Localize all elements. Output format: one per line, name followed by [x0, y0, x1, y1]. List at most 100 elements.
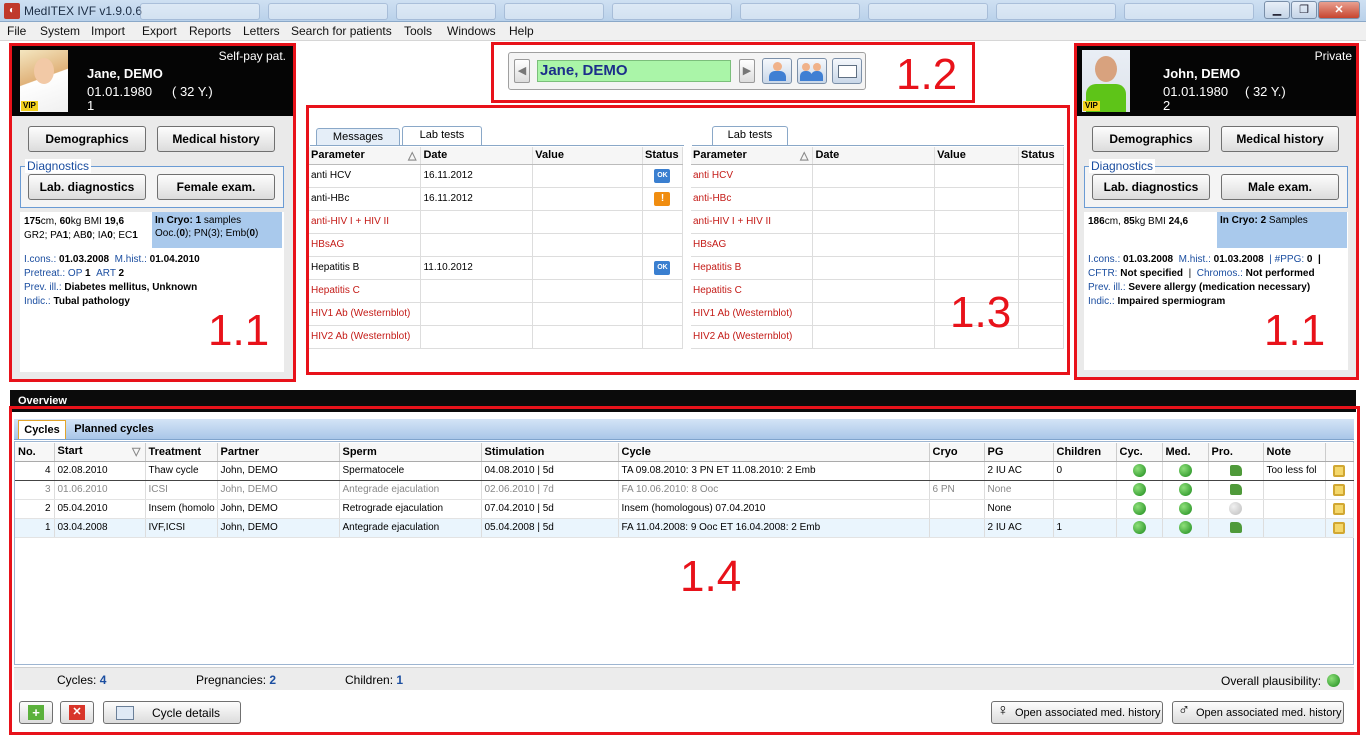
menu-letters[interactable]: Letters [243, 24, 280, 38]
cycles-col-header[interactable]: No. [15, 443, 55, 462]
cycles-col-header[interactable]: Treatment [145, 443, 218, 462]
col-parameter[interactable]: Parameter △ [691, 147, 814, 165]
female-demographics-button[interactable]: Demographics [28, 126, 146, 152]
current-patient-name[interactable]: Jane, DEMO [537, 60, 731, 82]
add-cycle-button[interactable]: + [19, 701, 53, 724]
cycles-col-header[interactable]: PG [984, 443, 1054, 462]
male-lab-diagnostics-button[interactable]: Lab. diagnostics [1092, 174, 1210, 200]
cycles-col-header[interactable] [1325, 443, 1354, 462]
male-exam-button[interactable]: Male exam. [1221, 174, 1339, 200]
lab-row[interactable]: HBsAG [309, 233, 684, 257]
col-status[interactable]: Status [642, 147, 684, 165]
minimize-button[interactable]: ▁ [1264, 1, 1290, 19]
cycle-lock-cell[interactable] [1325, 460, 1354, 481]
cycles-col-header[interactable]: Stimulation [481, 443, 619, 462]
cycle-row[interactable]: 1 03.04.2008 IVF,ICSI John, DEMO Antegrade e… [15, 518, 1354, 538]
cycle-children-cell: 0 [1053, 460, 1117, 481]
lock-icon[interactable] [1333, 502, 1345, 515]
cycles-col-header[interactable]: Note [1263, 443, 1326, 462]
single-patient-icon[interactable] [762, 58, 792, 84]
cycle-lock-cell[interactable] [1325, 480, 1354, 500]
female-medical-history-button[interactable]: Medical history [157, 126, 275, 152]
menu-tools[interactable]: Tools [404, 24, 432, 38]
col-date[interactable]: Date [812, 147, 936, 165]
cycles-col-header[interactable]: Med. [1162, 443, 1209, 462]
female-lab-diagnostics-button[interactable]: Lab. diagnostics [28, 174, 146, 200]
cycles-col-header[interactable]: Cryo [929, 443, 985, 462]
lab-row[interactable]: HIV1 Ab (Westernblot) [309, 302, 684, 326]
lab-empty-cell [1018, 164, 1064, 188]
lab-row[interactable]: anti-HIV I + HIV II [691, 210, 1064, 234]
cycle-row[interactable]: 3 01.06.2010 ICSI John, DEMO Antegrade ejacu… [15, 480, 1354, 500]
cycles-col-label: Stimulation [484, 445, 545, 458]
delete-cycle-button[interactable]: ✕ [60, 701, 94, 724]
menu-file[interactable]: File [7, 24, 26, 38]
cycles-col-header[interactable]: Start ▽ [54, 443, 146, 462]
col-value[interactable]: Value [934, 147, 1019, 165]
menu-import[interactable]: Import [91, 24, 125, 38]
menu-reports[interactable]: Reports [189, 24, 231, 38]
lab-row[interactable]: anti HCV 16.11.2012 OK [309, 164, 684, 188]
female-cryo-box[interactable]: In Cryo: 1 samples Ooc.(0); PN(3); Emb(0… [152, 212, 282, 248]
person-head-shape [802, 63, 810, 71]
tab-lab-tests-female[interactable]: Lab tests [402, 126, 482, 145]
cycle-details-button[interactable]: Cycle details [103, 701, 241, 724]
tab-planned-cycles[interactable]: Planned cycles [70, 420, 158, 439]
lock-icon[interactable] [1333, 521, 1345, 534]
lab-empty-cell [1018, 210, 1064, 234]
male-demographics-button[interactable]: Demographics [1092, 126, 1210, 152]
menu-export[interactable]: Export [142, 24, 177, 38]
col-status[interactable]: Status [1018, 147, 1064, 165]
cycle-lock-cell[interactable] [1325, 499, 1354, 519]
menu-search-patients[interactable]: Search for patients [291, 24, 392, 38]
cycles-col-header[interactable]: Children [1053, 443, 1117, 462]
lab-status: OK [642, 256, 684, 280]
male-patient-photo[interactable]: VIP [1082, 50, 1130, 112]
maximize-button[interactable]: ❐ [1291, 1, 1317, 19]
lab-row[interactable]: Hepatitis B 11.10.2012 OK [309, 256, 684, 280]
female-patient-photo[interactable]: VIP [20, 50, 68, 112]
lab-row[interactable]: anti-HBc [691, 187, 1064, 211]
lock-icon[interactable] [1333, 483, 1345, 496]
male-cryo-box[interactable]: In Cryo: 2 Samples [1217, 212, 1347, 248]
menu-windows[interactable]: Windows [447, 24, 496, 38]
male-genetics-line: CFTR: Not specified | Chromos.: Not perf… [1088, 268, 1315, 279]
tab-messages[interactable]: Messages [316, 128, 400, 145]
open-male-history-button[interactable]: ♂ Open associated med. history [1172, 701, 1344, 724]
female-exam-button[interactable]: Female exam. [157, 174, 275, 200]
menu-help[interactable]: Help [509, 24, 534, 38]
lab-row[interactable]: HIV2 Ab (Westernblot) [309, 325, 684, 349]
col-value[interactable]: Value [532, 147, 643, 165]
cycle-cryo-cell [929, 499, 985, 519]
cycles-col-header[interactable]: Cycle [618, 443, 930, 462]
cycles-col-header[interactable]: Partner [217, 443, 340, 462]
previous-patient-button[interactable]: ◀ [514, 59, 530, 83]
tab-cycles[interactable]: Cycles [18, 420, 66, 439]
cycle-row[interactable]: 2 05.04.2010 Insem (homolo John, DEMO Retrog… [15, 499, 1354, 519]
menu-system[interactable]: System [40, 24, 80, 38]
lab-row[interactable]: anti-HBc 16.11.2012! [309, 187, 684, 211]
vip-badge: VIP [1083, 101, 1100, 111]
cycles-col-header[interactable]: Cyc. [1116, 443, 1163, 462]
female-biometrics: 175cm, 60kg BMI 19,6 [24, 216, 125, 227]
next-patient-button[interactable]: ▶ [739, 59, 755, 83]
cycles-col-header[interactable]: Sperm [339, 443, 482, 462]
tab-lab-tests-male[interactable]: Lab tests [712, 126, 788, 145]
lab-row[interactable]: Hepatitis B [691, 256, 1064, 280]
lab-row[interactable]: Hepatitis C [309, 279, 684, 303]
lab-row[interactable]: HBsAG [691, 233, 1064, 257]
close-button[interactable]: ✕ [1318, 1, 1360, 19]
col-parameter[interactable]: Parameter △ [309, 147, 422, 165]
cycle-lock-cell[interactable] [1325, 518, 1354, 538]
lock-icon[interactable] [1333, 464, 1345, 477]
cycle-row[interactable]: 4 02.08.2010 Thaw cycle John, DEMO Spermatoc… [15, 460, 1354, 481]
couple-icon[interactable] [797, 58, 827, 84]
envelope-icon[interactable] [832, 58, 862, 84]
cycles-col-header[interactable]: Pro. [1208, 443, 1264, 462]
cycle-cyc-status [1116, 499, 1163, 519]
male-medical-history-button[interactable]: Medical history [1221, 126, 1339, 152]
lab-row[interactable]: anti HCV [691, 164, 1064, 188]
lab-row[interactable]: anti-HIV I + HIV II [309, 210, 684, 234]
open-female-history-button[interactable]: ♀ Open associated med. history [991, 701, 1163, 724]
col-date[interactable]: Date [420, 147, 534, 165]
